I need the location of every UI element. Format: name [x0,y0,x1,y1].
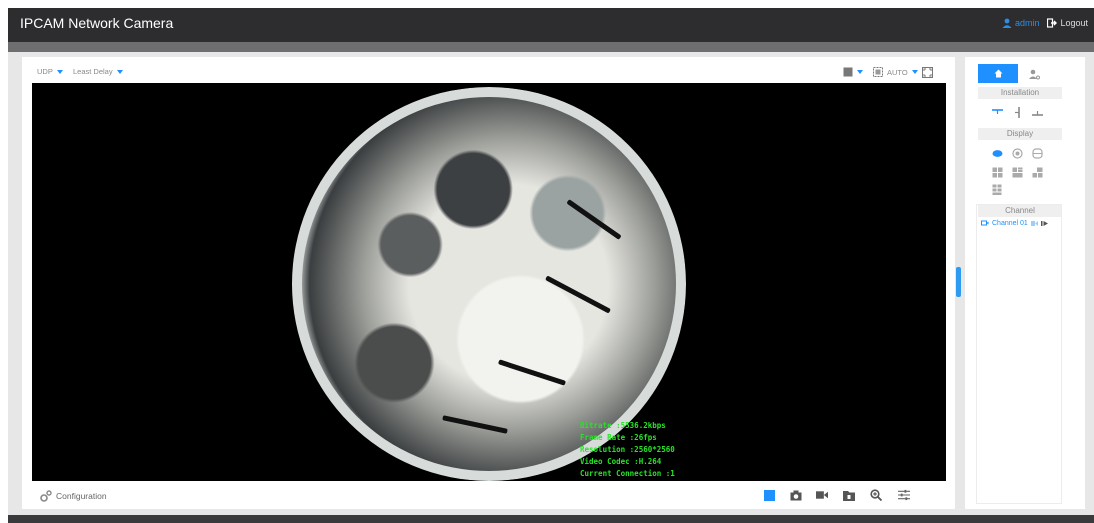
osd-bitrate: Bitrate :5536.2kbps [580,421,666,430]
home-icon [994,69,1002,78]
cylinder-view-icon[interactable] [1032,148,1043,159]
osd-video-codec: Video Codec :H.264 [580,457,662,466]
osd-connection: Current Connection :1 [580,469,675,478]
username: admin [1014,18,1040,28]
sliders-icon [898,489,910,501]
play-icon[interactable] [1040,220,1048,227]
app-title: IPCAM Network Camera [20,15,174,31]
chevron-down-icon [56,69,63,74]
video-camera-icon [816,491,828,499]
delay-select[interactable]: Least Delay [73,67,123,76]
zoom-button[interactable] [870,489,882,501]
top-bar: IPCAM Network Camera admin Logout [8,8,1094,42]
split-view-icon[interactable] [1012,167,1023,178]
snapshot-button[interactable] [790,489,802,501]
logout-button[interactable]: Logout [1047,18,1088,28]
stream-icon [843,67,853,77]
record-button[interactable] [816,489,828,501]
camera-icon [790,490,802,500]
live-video[interactable]: Bitrate :5536.2kbps Frame Rate :26fps Reso… [32,83,946,481]
floor-mount-icon[interactable] [1032,107,1043,118]
camera-channel-icon [981,220,989,226]
ceiling-beam [497,359,567,386]
configuration-link[interactable]: Configuration [40,490,107,502]
logout-icon [1047,18,1058,28]
fullscreen-button[interactable] [922,67,933,78]
protocol-value: UDP [37,67,53,76]
channel-item[interactable]: Channel 01 [981,219,1048,227]
ceiling-mount-icon[interactable] [992,107,1003,118]
user-settings-icon [1029,69,1040,80]
bottom-bar [8,515,1094,523]
wall-mount-icon[interactable] [1012,107,1023,118]
gear-icon [40,490,52,502]
quad-view-icon[interactable] [992,167,1003,178]
display-header: Display [978,128,1062,140]
ceiling-beam [442,415,508,434]
folder-icon [843,490,855,501]
scale-icon [873,67,883,77]
scale-value: AUTO [887,67,908,77]
fisheye-view-icon[interactable] [992,148,1003,159]
logout-label: Logout [1060,18,1088,28]
user-area: admin Logout [1002,18,1088,28]
ceiling-beam [566,199,622,240]
playback-button[interactable] [843,489,855,501]
ceiling-beam [545,275,611,314]
panorama-view-icon[interactable] [1012,148,1023,159]
stop-icon [763,489,775,501]
channel-list [976,204,1062,504]
user-menu[interactable]: admin [1002,18,1040,28]
tab-home[interactable] [978,64,1018,83]
channel-label: Channel 01 [992,219,1028,227]
tab-ptz[interactable] [1028,67,1042,80]
grid-view-icon[interactable] [992,184,1003,195]
scale-select[interactable]: AUTO [873,67,918,77]
chevron-down-icon [116,69,123,74]
delay-value: Least Delay [73,67,113,76]
zoom-icon [870,489,882,501]
configuration-label: Configuration [56,491,107,501]
stop-button[interactable] [763,489,775,501]
chevron-down-icon [857,70,863,74]
panel-collapse-handle[interactable] [956,267,961,297]
fullscreen-icon [922,67,933,78]
header-divider [8,42,1094,52]
user-icon [1002,18,1012,28]
stream-select[interactable] [843,67,863,77]
video-osd: Bitrate :5536.2kbps Frame Rate :26fps Reso… [580,420,675,480]
stream-toggle-icon[interactable] [1030,220,1038,227]
image-adjust-button[interactable] [898,489,910,501]
multi-view-icon[interactable] [1032,167,1043,178]
installation-header: Installation [978,87,1062,99]
protocol-select[interactable]: UDP [37,67,63,76]
osd-frame-rate: Frame Rate :26fps [580,433,657,442]
osd-resolution: Resolution :2560*2560 [580,445,675,454]
chevron-down-icon [911,70,918,74]
